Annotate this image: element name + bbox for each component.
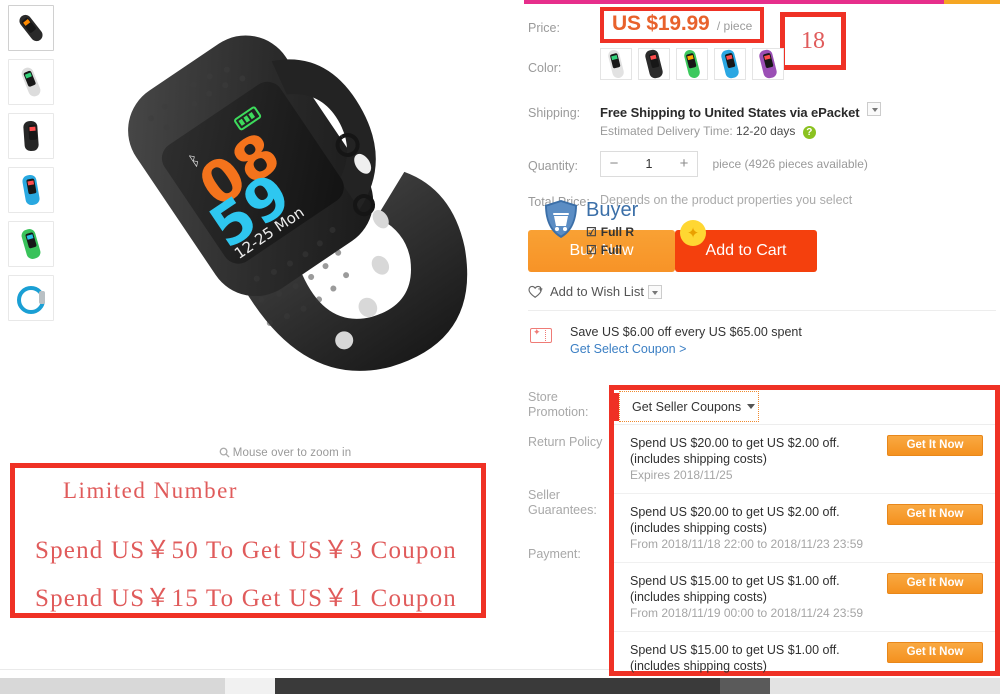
price-label: Price: [528,20,560,35]
zoom-hint-label: Mouse over to zoom in [232,447,352,459]
checkbox-checked-icon: ☑ [586,243,597,257]
annotation-badge-value: 18 [801,27,825,54]
smart-band-illustration: ᛒ 08 59 12-25 Mon [128,35,468,371]
taskbar-window-2[interactable] [720,678,770,694]
shipping-row: Shipping: Free Shipping to United States… [524,96,1000,139]
chevron-down-icon[interactable] [867,102,881,116]
coupon-validity: From 2018/11/19 00:00 to 2018/11/24 23:5… [630,606,864,620]
annotation-line-2: Spend US￥50 To Get US￥3 Coupon [35,537,458,564]
coupon-ticket-icon [530,327,552,343]
store-promotion-label-line2: Promotion: [528,405,589,419]
seller-coupons-dropdown-label: Get Seller Coupons [632,399,742,414]
select-coupon-text: Save US $6.00 off every US $65.00 spent [570,325,802,339]
store-promotion-label: Store Promotion: [528,390,588,420]
gallery-thumb-3[interactable] [8,113,54,159]
seller-coupons-dropdown[interactable]: Get Seller Coupons [614,390,995,425]
question-mark-icon[interactable]: ? [802,126,816,139]
product-price: US $19.99 [612,12,710,35]
color-swatch-purple[interactable] [752,48,784,80]
get-select-coupon-link[interactable]: Get Select Coupon > [570,342,802,356]
dropdown-focus-outline: Get Seller Coupons [619,391,759,422]
shipping-label: Shipping: [528,106,581,120]
zoom-hint: Mouse over to zoom in [60,447,510,461]
gallery-thumb-5[interactable] [8,221,54,267]
add-to-wish-list[interactable]: Add to Wish List [528,284,1000,299]
buyer-protection-block: Buyer ☑ Full R ☑ Full [544,199,638,257]
taskbar-segment-left [0,678,225,694]
stock-note: piece (4926 pieces available) [712,157,868,172]
get-it-now-button[interactable]: Get It Now [887,435,983,456]
quantity-increment-button[interactable]: + [671,152,697,176]
annotation-badge-18: 18 [780,12,846,70]
shield-cart-icon [544,199,578,239]
quantity-row: Quantity: − + piece (4926 pieces availab… [524,139,1000,177]
payment-label: Payment: [528,547,581,561]
coupon-validity: Expires 2018/11/25 [630,468,733,482]
caret-down-icon [747,404,756,409]
return-policy-label: Return Policy [528,435,603,449]
buyer-protection-title: Buyer [586,199,639,221]
annotation-line-3: Spend US￥15 To Get US￥1 Coupon [35,585,458,612]
seller-guarantees-label: Seller Guarantees: [528,488,597,518]
color-swatch-black[interactable] [638,48,670,80]
coupon-validity: From 2018/11/18 22:00 to 2018/11/23 23:5… [630,537,864,551]
buyer-protection-item-2-label: Full [600,243,623,257]
seller-coupons-panel: Get Seller Coupons Spend US $20.00 to ge… [614,390,995,673]
get-it-now-button[interactable]: Get It Now [887,504,983,525]
wish-list-label: Add to Wish List [550,284,644,299]
annotation-seller-coupons-box: Get Seller Coupons Spend US $20.00 to ge… [609,385,1000,676]
buyer-protection-item-1-label: Full R [600,225,635,239]
color-swatch-green[interactable] [676,48,708,80]
product-main-image[interactable]: ᛒ 08 59 12-25 Mon [60,0,510,440]
shipping-method: Free Shipping to United States via ePack… [600,105,860,120]
coupon-list-item: Spend US $20.00 to get US $2.00 off. (in… [614,494,995,563]
get-it-now-button[interactable]: Get It Now [887,642,983,663]
gallery-thumb-1[interactable] [8,5,54,51]
taskbar-segment-right [770,678,1000,694]
search-icon [219,447,230,461]
gallery-thumb-4[interactable] [8,167,54,213]
get-it-now-button[interactable]: Get It Now [887,573,983,594]
select-coupon-row: Save US $6.00 off every US $65.00 spent … [530,325,1000,356]
quantity-decrement-button[interactable]: − [601,152,627,176]
color-swatch-white[interactable] [600,48,632,80]
heart-plus-icon [528,285,544,299]
sparkle-cursor-icon: ✦ [680,220,706,246]
seller-guarantees-label-line2: Guarantees: [528,503,597,517]
price-unit: / piece [716,19,753,33]
quantity-input[interactable] [627,156,671,172]
gallery-thumb-2[interactable] [8,59,54,105]
annotation-limited-number-box: Limited Number Spend US￥50 To Get US￥3 C… [10,463,486,618]
coupon-list-item: Spend US $20.00 to get US $2.00 off. (in… [614,425,995,494]
color-row: Color: [524,48,1000,96]
gallery-thumb-6[interactable] [8,275,54,321]
color-swatch-blue[interactable] [714,48,746,80]
os-taskbar[interactable] [0,678,1000,694]
annotation-title: Limited Number [63,478,238,503]
buyer-protection-item-1: ☑ Full R [586,225,638,239]
coupon-list-item: Spend US $15.00 to get US $1.00 off. (in… [614,563,995,632]
delivery-time-label: Estimated Delivery Time: [600,124,733,138]
band-ring-shape [17,286,45,314]
divider [528,310,996,311]
store-promotion-label-line1: Store [528,390,558,404]
taskbar-active-window[interactable] [275,678,720,694]
chevron-down-icon[interactable] [647,284,662,299]
quantity-label: Quantity: [528,158,579,173]
seller-guarantees-label-line1: Seller [528,488,560,502]
taskbar-gap [225,678,275,694]
buyer-protection-item-2: ☑ Full [586,243,638,257]
price-row: Price: US $19.99 / piece [524,4,1000,48]
annotation-price-box: US $19.99 / piece [600,7,765,43]
quantity-stepper[interactable]: − + [600,151,698,177]
color-label: Color: [528,61,562,75]
checkbox-checked-icon: ☑ [586,225,597,239]
delivery-time-value: 12-20 days [736,124,796,138]
gallery-thumbnail-strip [8,5,56,329]
